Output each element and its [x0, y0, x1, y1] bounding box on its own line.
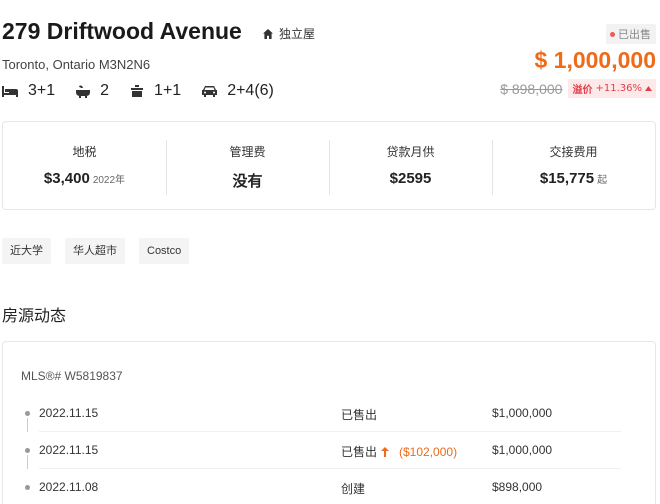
history-status: 创建 — [341, 480, 365, 497]
bedrooms-value: 3+1 — [28, 82, 56, 99]
history-status-text: 已售出 — [341, 408, 378, 422]
stat-value-text: $2595 — [389, 170, 432, 187]
mls-number: MLS®# W5819837 — [21, 369, 123, 383]
stat-property-tax: 地税 $3,400 2022年 — [3, 122, 166, 209]
kitchens-value: 1+1 — [154, 82, 182, 99]
original-price: $ 898,000 — [500, 80, 563, 97]
status-badge-label: 已出售 — [618, 28, 651, 41]
original-price-row: $ 898,000 溢价 +11.36% — [500, 79, 656, 98]
features: 3+1 2 1+1 2+4(6) — [2, 82, 295, 100]
premium-badge: 溢价 +11.36% — [568, 79, 656, 98]
bed-icon — [2, 86, 18, 97]
history-row: 2022.11.15 已售出 ($102,000) $1,000,000 — [3, 431, 655, 469]
property-type-label: 独立屋 — [279, 27, 316, 41]
stats-card: 地税 $3,400 2022年 管理费 没有 贷款月供 $2595 交接费用 $1… — [2, 121, 656, 210]
stat-value: $15,775 起 — [492, 170, 655, 187]
history-date: 2022.11.15 — [39, 443, 99, 457]
history-status: 已售出 — [341, 406, 377, 423]
car-icon — [202, 86, 218, 97]
feature-parking: 2+4(6) — [202, 82, 274, 100]
history-status-text: 创建 — [341, 482, 366, 496]
stat-value-text: 没有 — [232, 172, 263, 190]
home-icon — [263, 28, 273, 39]
triangle-up-icon — [645, 86, 652, 91]
stat-label: 交接费用 — [549, 145, 598, 159]
premium-label: 溢价 — [572, 85, 593, 96]
stat-suffix: 起 — [597, 175, 608, 186]
history-status: 已售出 ($102,000) — [341, 443, 457, 460]
history-amount: $1,000,000 — [492, 443, 553, 457]
feature-bathrooms: 2 — [76, 82, 109, 100]
property-type: 独立屋 — [262, 25, 315, 42]
tag-near-university[interactable]: 近大学 — [2, 238, 51, 264]
listing-title: 279 Driftwood Avenue — [2, 18, 242, 44]
stat-closing-cost[interactable]: 交接费用 $15,775 起 — [492, 122, 655, 209]
feature-tags: 近大学 华人超市 Costco — [2, 238, 190, 264]
status-dot — [610, 31, 615, 37]
tag-chinese-supermarket[interactable]: 华人超市 — [65, 238, 125, 264]
history-price-change: ($102,000) — [399, 444, 458, 459]
status-badge: 已出售 — [606, 24, 656, 44]
address: Toronto, Ontario M3N2N6 — [2, 57, 151, 72]
stat-label: 贷款月供 — [386, 145, 435, 159]
timeline-line — [27, 455, 28, 469]
stat-monthly-payment[interactable]: 贷款月供 $2595 — [329, 122, 492, 209]
timeline-node — [25, 411, 30, 416]
bathrooms-value: 2 — [100, 82, 110, 99]
stat-suffix: 2022年 — [92, 175, 126, 186]
bath-icon — [76, 85, 91, 98]
stat-value-text: $15,775 — [539, 170, 595, 187]
history-amount: $898,000 — [492, 480, 543, 494]
history-amount: $1,000,000 — [492, 406, 553, 420]
kitchen-icon — [131, 84, 144, 97]
history-card: MLS®# W5819837 2022.11.15 已售出 $1,000,000… — [2, 341, 656, 504]
timeline-node — [25, 448, 30, 453]
premium-value: +11.36% — [595, 83, 642, 94]
feature-bedrooms: 3+1 — [2, 82, 55, 100]
history-row: 2022.11.15 已售出 $1,000,000 — [3, 394, 655, 432]
stat-value: $2595 — [329, 170, 492, 187]
arrow-up-icon — [381, 446, 390, 457]
stat-value: $3,400 2022年 — [3, 170, 166, 187]
timeline-node — [25, 485, 30, 490]
history-row: 2022.11.08 创建 $898,000 — [3, 468, 655, 504]
history-date: 2022.11.08 — [39, 480, 99, 494]
stat-value-text: $3,400 — [43, 170, 90, 187]
timeline-line — [27, 418, 28, 432]
stat-label: 地税 — [72, 145, 97, 159]
feature-kitchens: 1+1 — [130, 82, 181, 100]
sold-price: $ 1,000,000 — [534, 47, 656, 73]
parking-value: 2+4(6) — [227, 82, 274, 99]
history-date: 2022.11.15 — [39, 406, 99, 420]
stat-value: 没有 — [166, 170, 329, 191]
tag-costco[interactable]: Costco — [139, 238, 190, 264]
stat-label: 管理费 — [229, 145, 266, 159]
section-title: 房源动态 — [2, 306, 67, 325]
history-status-text: 已售出 — [341, 445, 378, 459]
stat-management-fee: 管理费 没有 — [166, 122, 329, 209]
